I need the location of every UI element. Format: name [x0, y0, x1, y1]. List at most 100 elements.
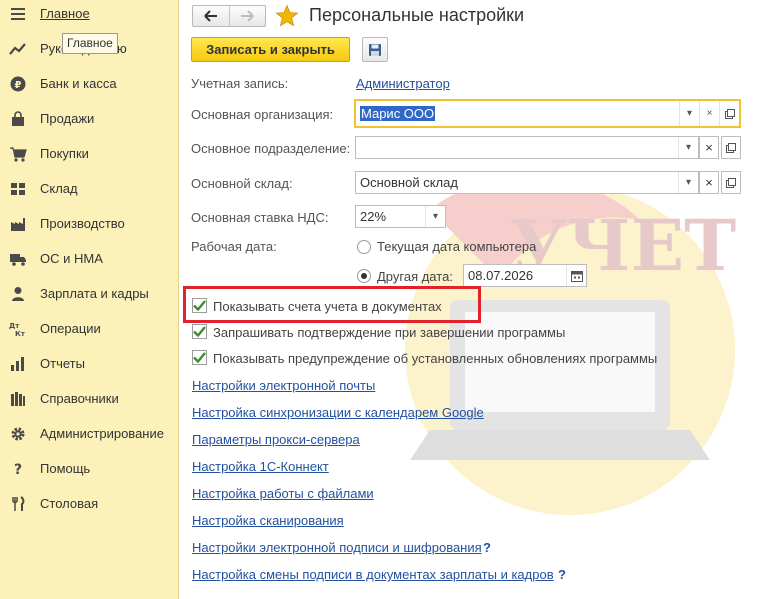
- arrow-right-icon: [241, 10, 254, 22]
- organization-value: Марис ООО: [360, 106, 436, 121]
- truck-icon: [9, 250, 27, 268]
- dropdown-arrow-icon[interactable]: ▾: [678, 137, 698, 158]
- link-digital-signature[interactable]: Настройки электронной подписи и шифрован…: [192, 540, 482, 555]
- svg-text:?: ?: [14, 462, 22, 477]
- link-google-calendar[interactable]: Настройка синхронизации с календарем Goo…: [192, 405, 484, 420]
- back-button[interactable]: [193, 6, 229, 26]
- division-value: [356, 137, 678, 158]
- link-files[interactable]: Настройка работы с файлами: [192, 486, 374, 501]
- radio-other-date-label: Другая дата:: [377, 269, 453, 284]
- clear-icon[interactable]: ×: [699, 101, 719, 126]
- checkmark-icon: [193, 326, 206, 337]
- fork-knife-icon: [9, 495, 27, 513]
- checkbox-label: Показывать счета учета в документах: [213, 299, 442, 314]
- warehouse-field[interactable]: Основной склад ▾: [355, 171, 699, 194]
- link-proxy[interactable]: Параметры прокси-сервера: [192, 432, 360, 447]
- sidebar-item-operations[interactable]: Дт Кт Операции: [0, 311, 179, 346]
- vat-label: Основная ставка НДС:: [191, 210, 329, 225]
- checkbox-update-warning[interactable]: [192, 350, 207, 365]
- sidebar-item-label: Помощь: [40, 461, 91, 476]
- account-label: Учетная запись:: [191, 76, 289, 91]
- calendar-icon[interactable]: [566, 265, 586, 286]
- dropdown-arrow-icon[interactable]: ▾: [679, 101, 699, 126]
- shopping-cart-icon: [9, 145, 27, 163]
- sidebar-item-production[interactable]: Производство: [0, 206, 179, 241]
- radio-current-date-label: Текущая дата компьютера: [377, 239, 537, 254]
- nav-buttons: [192, 5, 266, 27]
- checkbox-confirm-exit[interactable]: [192, 324, 207, 339]
- sidebar-item-main[interactable]: Главное: [0, 0, 179, 31]
- page-title: Персональные настройки: [309, 5, 525, 25]
- sidebar-item-salary[interactable]: Зарплата и кадры: [0, 276, 179, 311]
- vat-field[interactable]: 22% ▾: [355, 205, 446, 228]
- sidebar-item-admin[interactable]: Администрирование: [0, 416, 179, 451]
- save-and-close-button[interactable]: Записать и закрыть: [191, 37, 350, 62]
- checkmark-icon: [193, 300, 206, 311]
- sidebar-item-bank[interactable]: ₽ Банк и касса: [0, 66, 179, 101]
- ruble-coin-icon: ₽: [9, 75, 27, 93]
- dt-kt-icon: Дт Кт: [9, 320, 27, 338]
- sidebar-item-catalogs[interactable]: Справочники: [0, 381, 179, 416]
- radio-current-date[interactable]: [357, 240, 371, 254]
- account-link[interactable]: Администратор: [356, 76, 450, 91]
- save-button[interactable]: [362, 37, 388, 62]
- sidebar-item-label: Склад: [40, 181, 78, 196]
- svg-text:₽: ₽: [15, 80, 22, 91]
- question-icon: ?: [9, 460, 27, 478]
- help-icon[interactable]: ?: [483, 540, 491, 555]
- checkbox-label: Запрашивать подтверждение при завершении…: [213, 325, 566, 340]
- organization-field[interactable]: Марис ООО ▾ ×: [354, 99, 741, 128]
- open-form-icon[interactable]: [721, 136, 741, 159]
- warehouse-value: Основной склад: [360, 175, 458, 190]
- sidebar-item-canteen[interactable]: Столовая: [0, 486, 179, 521]
- sidebar-item-sales[interactable]: Продажи: [0, 101, 179, 136]
- sidebar-item-label: Справочники: [40, 391, 119, 406]
- link-1c-connect[interactable]: Настройка 1С-Коннект: [192, 459, 329, 474]
- checkbox-show-accounts[interactable]: [192, 298, 207, 313]
- sidebar-item-label: ОС и НМА: [40, 251, 103, 266]
- organization-label: Основная организация:: [191, 107, 334, 122]
- clear-icon[interactable]: ×: [699, 171, 719, 194]
- dropdown-arrow-icon[interactable]: ▾: [425, 206, 445, 227]
- sidebar-item-purchases[interactable]: Покупки: [0, 136, 179, 171]
- report-chart-icon: [9, 355, 27, 373]
- sidebar: Главное Руководителю ₽ Банк и касса Прод…: [0, 0, 179, 599]
- main-panel: УЧЕТ Персональные настройки Записать и з…: [180, 0, 779, 599]
- sidebar-item-assets[interactable]: ОС и НМА: [0, 241, 179, 276]
- sidebar-item-help[interactable]: ? Помощь: [0, 451, 179, 486]
- link-scanning[interactable]: Настройка сканирования: [192, 513, 344, 528]
- trend-chart-icon: [9, 40, 27, 58]
- sidebar-item-label: Администрирование: [40, 426, 164, 441]
- other-date-field[interactable]: 08.07.2026: [463, 264, 587, 287]
- sidebar-item-label: Операции: [40, 321, 101, 336]
- clear-icon[interactable]: ×: [699, 136, 719, 159]
- sidebar-item-label: Зарплата и кадры: [40, 286, 149, 301]
- favorite-star-icon[interactable]: [275, 4, 299, 28]
- svg-text:Дт: Дт: [9, 322, 20, 330]
- floppy-disk-icon: [369, 43, 381, 56]
- sidebar-item-label: Банк и касса: [40, 76, 117, 91]
- books-icon: [9, 390, 27, 408]
- checkbox-label: Показывать предупреждение об установленн…: [213, 351, 658, 366]
- sidebar-item-label: Продажи: [40, 111, 95, 126]
- forward-button[interactable]: [228, 6, 266, 26]
- sidebar-item-reports[interactable]: Отчеты: [0, 346, 179, 381]
- link-signature-change[interactable]: Настройка смены подписи в документах зар…: [192, 567, 554, 582]
- division-field[interactable]: ▾: [355, 136, 699, 159]
- open-form-icon[interactable]: [719, 101, 739, 126]
- warehouse-grid-icon: [9, 180, 27, 198]
- radio-other-date[interactable]: [357, 269, 371, 283]
- checkmark-icon: [193, 352, 206, 363]
- open-form-icon[interactable]: [721, 171, 741, 194]
- link-email-settings[interactable]: Настройки электронной почты: [192, 378, 375, 393]
- other-date-value: 08.07.2026: [468, 268, 534, 283]
- svg-text:Кт: Кт: [15, 330, 26, 337]
- sidebar-item-label: Производство: [40, 216, 125, 231]
- sidebar-item-label: Столовая: [40, 496, 99, 511]
- help-icon[interactable]: ?: [558, 567, 566, 582]
- sidebar-item-label: Главное: [40, 6, 90, 21]
- sidebar-item-warehouse[interactable]: Склад: [0, 171, 179, 206]
- gear-icon: [9, 425, 27, 443]
- vat-value: 22%: [360, 209, 387, 224]
- dropdown-arrow-icon[interactable]: ▾: [678, 172, 698, 193]
